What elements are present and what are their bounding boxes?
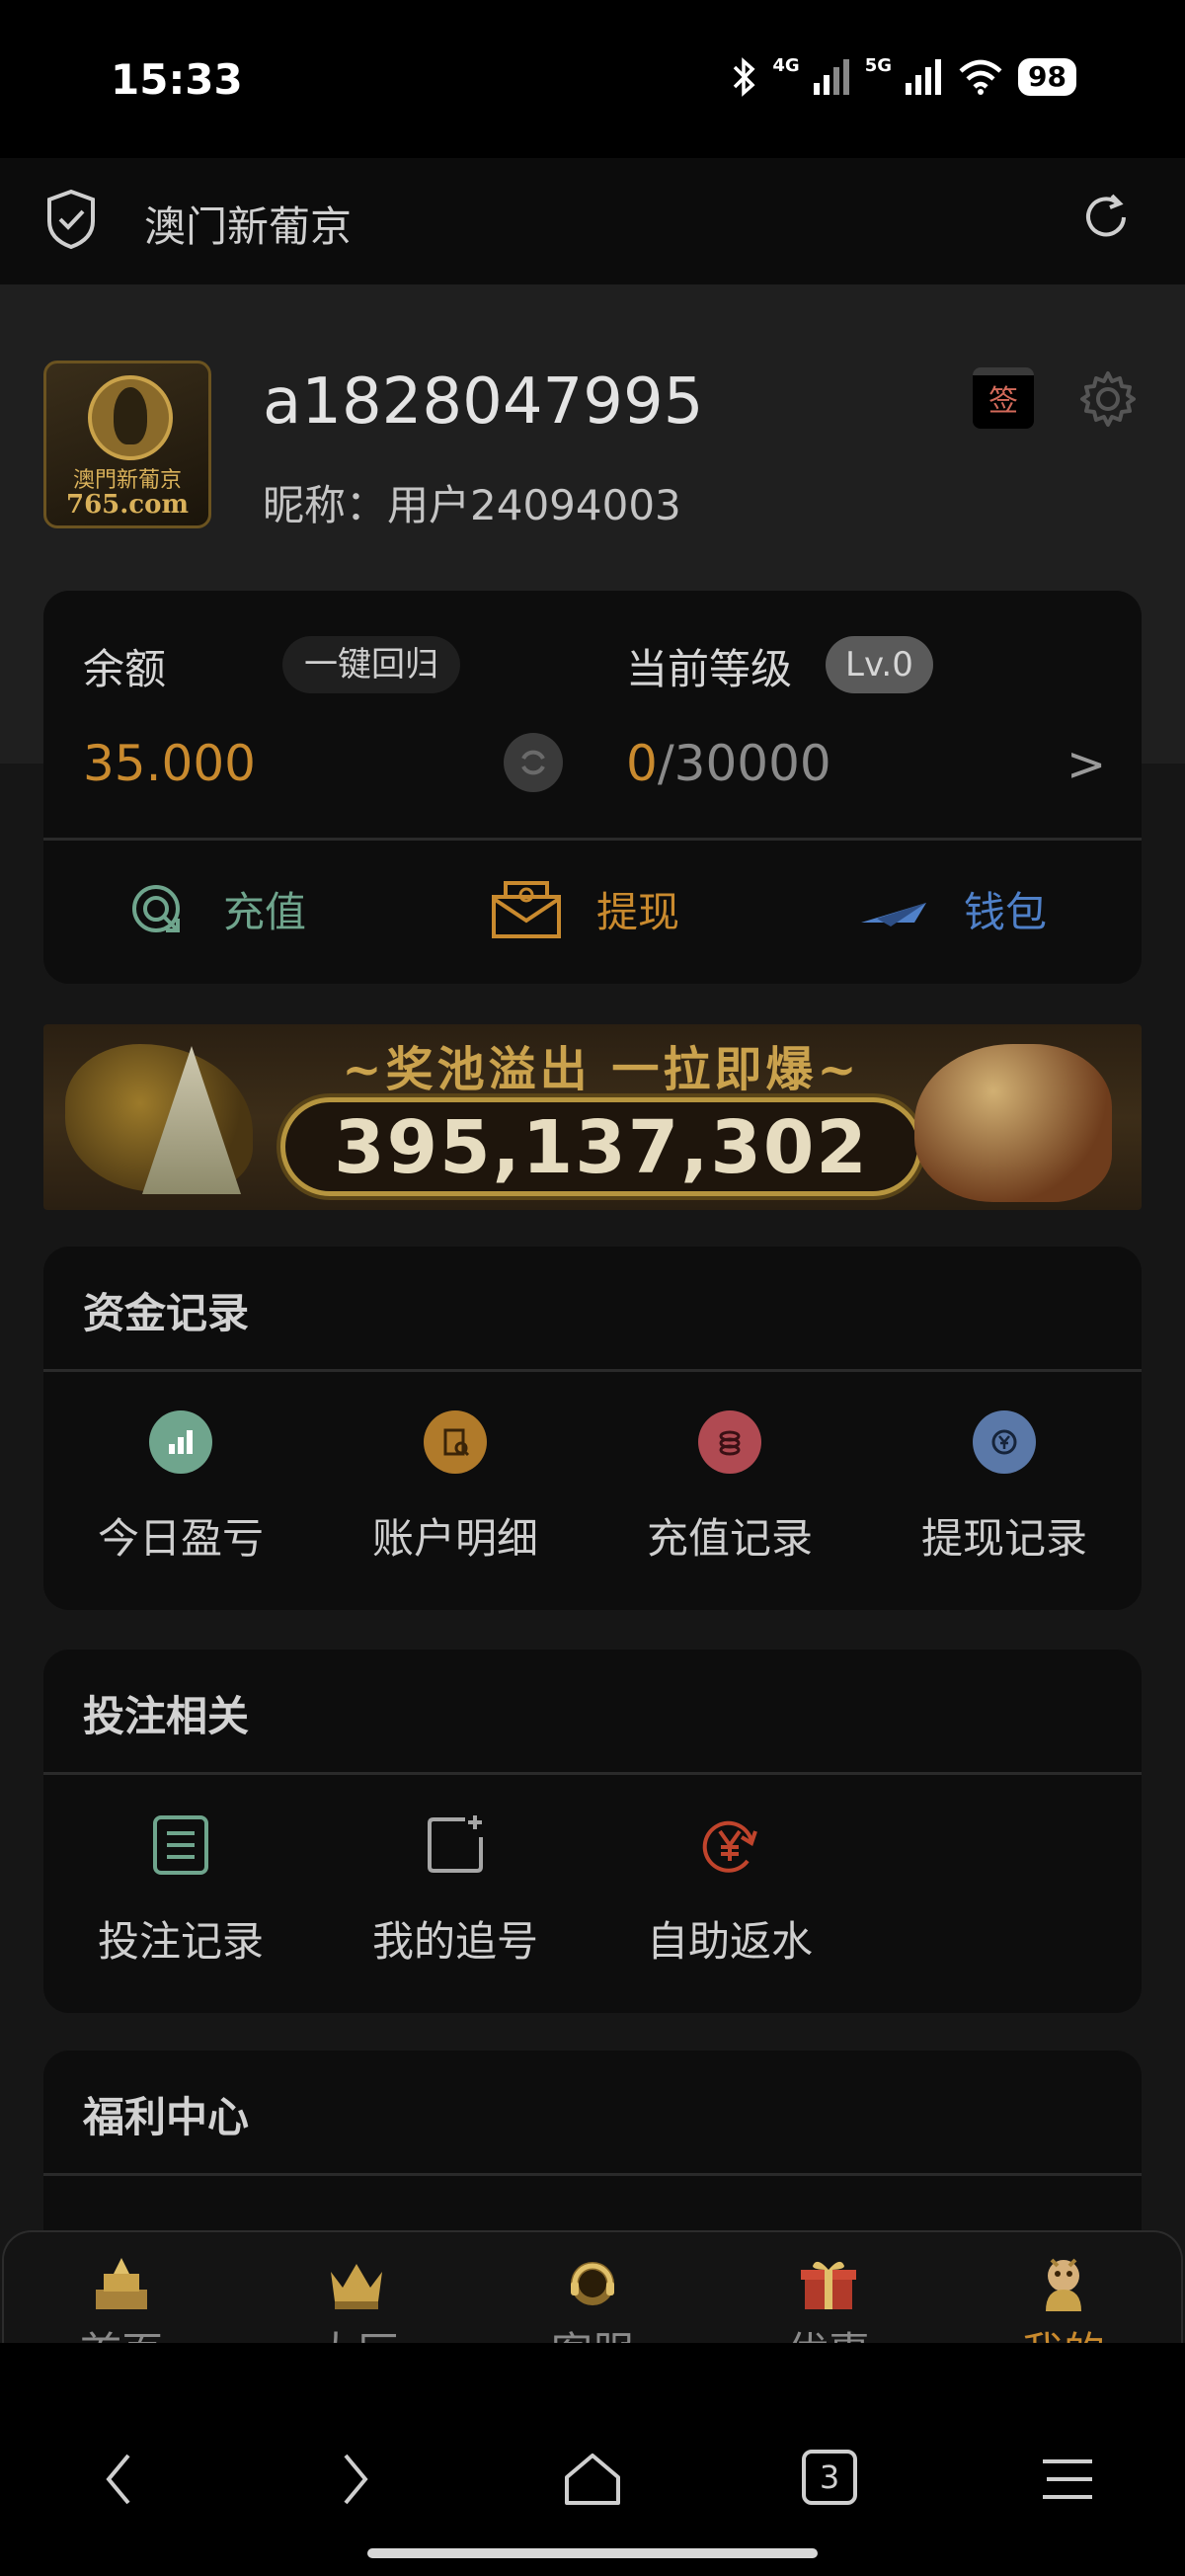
calendar-signin-icon[interactable]: 签 [973, 367, 1034, 429]
divider [43, 838, 1142, 841]
add-note-icon [424, 1813, 487, 1877]
jackpot-banner[interactable]: ~奖池溢出 一拉即爆~ 395,137,302 [43, 1024, 1142, 1210]
withdraw-button[interactable]: 提现 [490, 869, 679, 948]
recharge-records-label: 充值记录 [646, 1514, 813, 1563]
network-5g-label: 5G [864, 54, 893, 76]
logo-petal [114, 387, 147, 444]
nickname: 昵称：用户24094003 [263, 481, 681, 529]
banner-title: ~奖池溢出 一拉即爆~ [342, 1042, 861, 1097]
system-navigation-bar: 3 [0, 2343, 1185, 2576]
headset-icon [561, 2254, 624, 2313]
balance-value: 35.000 [83, 735, 256, 792]
bar-chart-icon [149, 1410, 212, 1474]
one-click-return-button[interactable]: 一键回归 [282, 636, 460, 693]
wifi-icon [959, 59, 1002, 95]
account-details-label: 账户明细 [371, 1514, 538, 1563]
tabs-count-icon[interactable]: 3 [802, 2450, 857, 2505]
bet-records-label: 投注记录 [97, 1917, 264, 1966]
username: a1828047995 [263, 365, 704, 439]
section-title: 资金记录 [83, 1289, 250, 1337]
withdraw-label: 提现 [596, 887, 680, 936]
level-target: /30000 [657, 735, 831, 792]
paper-plane-icon [861, 903, 926, 926]
back-icon[interactable] [99, 2450, 138, 2509]
level-chevron-icon[interactable]: > [1066, 737, 1106, 792]
home-palace-icon [90, 2254, 153, 2313]
coins-icon [698, 1410, 761, 1474]
avatar-logo-url: 765.com [65, 490, 189, 520]
list-icon [149, 1813, 212, 1877]
level-current: 0 [626, 735, 658, 792]
my-chase-label: 我的追号 [371, 1917, 538, 1966]
wallet-card: 余额 一键回归 35.000 当前等级 Lv.0 0/30000 > 充值 提现… [43, 591, 1142, 984]
jackpot-amount: 395,137,302 [334, 1105, 869, 1190]
status-time: 15:33 [111, 55, 243, 104]
page-title: 澳门新葡京 [144, 202, 353, 251]
network-4g-label: 4G [772, 54, 800, 76]
self-rebate-item[interactable]: 自助返水 [592, 1813, 867, 1969]
refresh-balance-icon[interactable] [504, 733, 563, 792]
recharge-label: 充值 [223, 887, 307, 936]
level-badge: Lv.0 [826, 636, 933, 693]
level-progress: 0/30000 [626, 735, 831, 792]
balance-label: 余额 [83, 645, 167, 693]
status-icons: 4G 5G 98 [731, 54, 1076, 97]
gear-icon[interactable] [1076, 367, 1140, 431]
today-profit-label: 今日盈亏 [97, 1514, 264, 1563]
forward-icon[interactable] [336, 2450, 375, 2509]
withdraw-envelope-icon [492, 881, 561, 938]
gift-icon [797, 2254, 860, 2313]
bluetooth-icon [734, 57, 755, 97]
fund-records-card: 资金记录 今日盈亏 账户明细 充值记录 提现记录 [43, 1247, 1142, 1610]
home-icon[interactable] [561, 2450, 624, 2509]
level-label: 当前等级 [626, 645, 793, 693]
status-bar: 15:33 4G 5G 98 [0, 0, 1185, 158]
withdraw-records-label: 提现记录 [920, 1514, 1087, 1563]
yen-cycle-icon [698, 1813, 761, 1877]
withdraw-records-item[interactable]: 提现记录 [867, 1410, 1142, 1566]
self-rebate-label: 自助返水 [646, 1917, 813, 1966]
battery-level: 98 [1018, 58, 1076, 96]
section-title: 投注相关 [83, 1692, 250, 1740]
wallet-label: 钱包 [964, 887, 1048, 936]
today-profit-item[interactable]: 今日盈亏 [43, 1410, 318, 1566]
recharge-button[interactable]: 充值 [126, 869, 306, 948]
document-search-icon [424, 1410, 487, 1474]
signal-icon [906, 59, 942, 95]
browser-title-bar: 澳门新葡京 [0, 158, 1185, 284]
yen-exchange-icon [973, 1410, 1036, 1474]
divider [43, 1369, 1142, 1372]
reload-icon[interactable] [1076, 188, 1136, 247]
recharge-icon [132, 885, 180, 932]
gesture-bar[interactable] [367, 2548, 818, 2558]
wallet-button[interactable]: 钱包 [857, 869, 1047, 948]
signal-icon [813, 59, 849, 95]
divider [43, 1772, 1142, 1775]
fortune-god-image [914, 1044, 1112, 1202]
shield-check-icon[interactable] [43, 188, 99, 251]
section-title: 福利中心 [83, 2093, 250, 2141]
divider [43, 2173, 1142, 2176]
mascot-icon [1032, 2254, 1095, 2313]
bet-records-item[interactable]: 投注记录 [43, 1813, 318, 1969]
menu-icon[interactable] [1041, 2450, 1094, 2509]
avatar[interactable]: 澳門新葡京 765.com [43, 361, 211, 528]
crown-icon [325, 2254, 388, 2313]
bet-related-card: 投注相关 投注记录 我的追号 自助返水 [43, 1650, 1142, 2013]
recharge-records-item[interactable]: 充值记录 [592, 1410, 867, 1566]
my-chase-item[interactable]: 我的追号 [318, 1813, 592, 1969]
account-details-item[interactable]: 账户明细 [318, 1410, 592, 1566]
